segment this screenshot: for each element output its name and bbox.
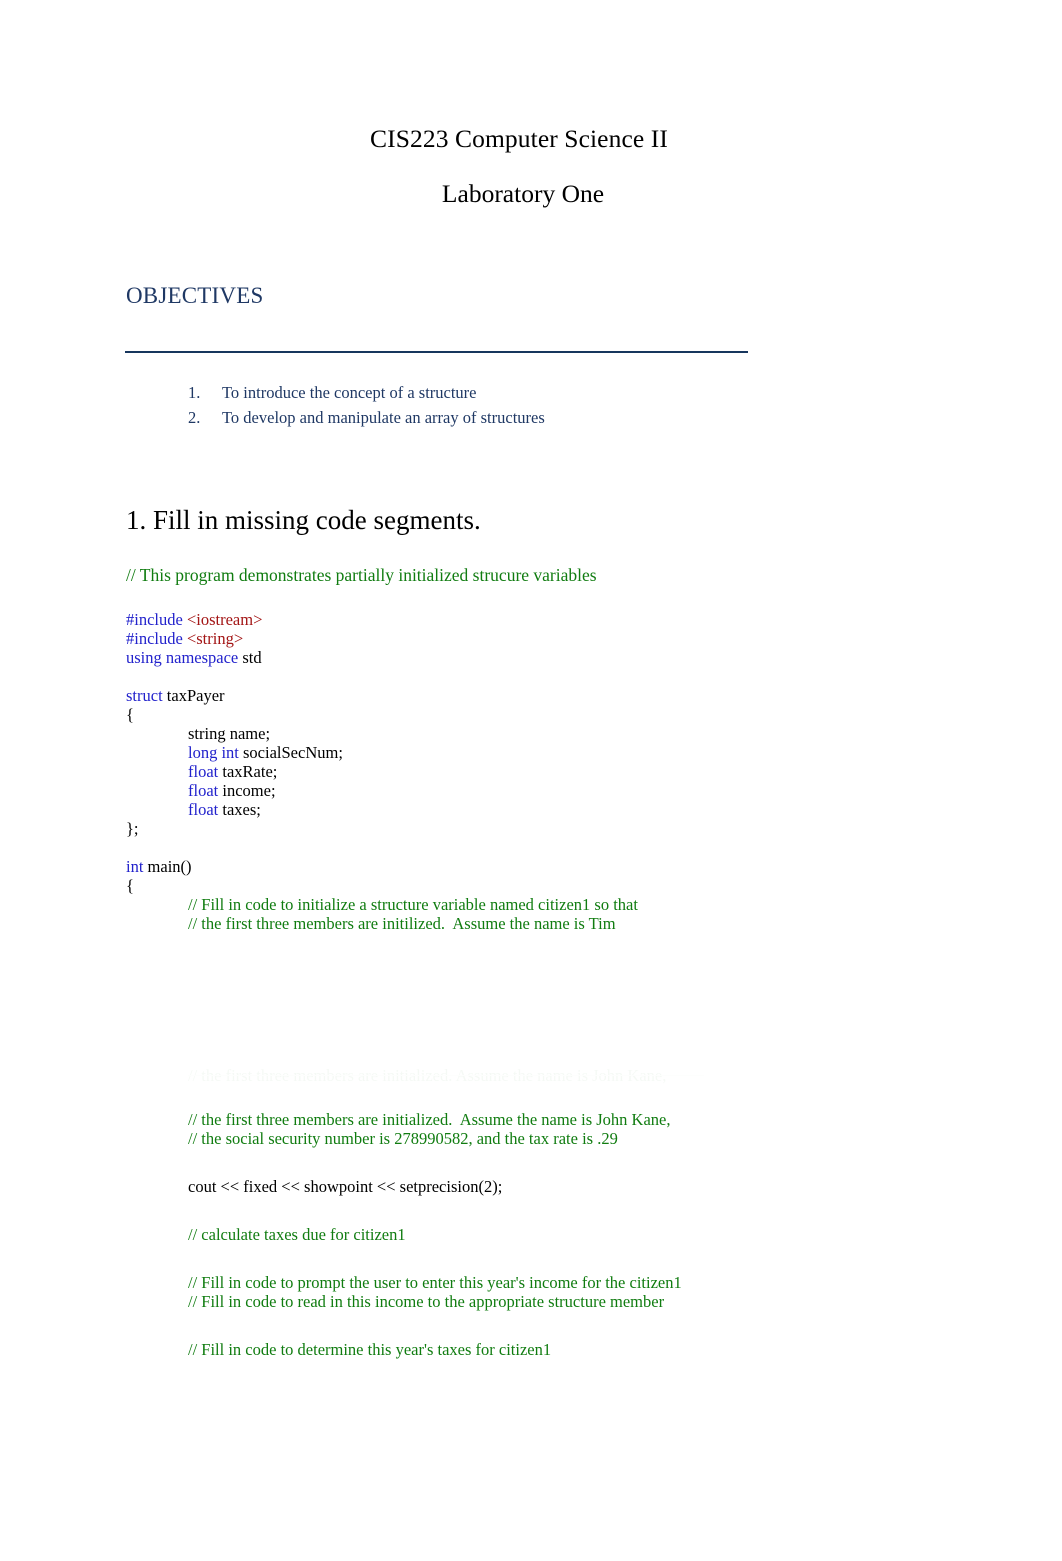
code-comment: // the social security number is 2789905… <box>188 1129 618 1148</box>
code-line-member-taxrate: float taxRate; <box>126 762 946 781</box>
code-line-close-brace: }; <box>126 819 946 838</box>
document-title: CIS223 Computer Science II <box>370 124 668 153</box>
code-comment: // calculate taxes due for citizen1 <box>188 1225 406 1244</box>
code-listing-continued: // the first three members are initializ… <box>126 1110 946 1359</box>
code-comment: // Fill in code to initialize a structur… <box>188 895 638 914</box>
code-identifier: socialSecNum; <box>243 743 343 762</box>
list-item: 1. To introduce the concept of a structu… <box>126 380 826 405</box>
code-keyword: #include <box>126 610 187 629</box>
code-line-comment-fill-init-2: // the first three members are initilize… <box>126 914 946 933</box>
code-keyword: long int <box>188 743 244 762</box>
code-keyword: int <box>126 857 148 876</box>
list-item-label: To develop and manipulate an array of st… <box>222 408 545 427</box>
code-keyword: using namespace <box>126 648 243 667</box>
code-line-using-namespace: using namespace std <box>126 648 946 667</box>
code-identifier: taxRate; <box>222 762 278 781</box>
code-line-include-iostream: #include <iostream> <box>126 610 946 629</box>
code-identifier: taxPayer <box>166 686 225 705</box>
code-keyword: float <box>188 800 223 819</box>
code-identifier: income; <box>222 781 276 800</box>
code-comment: // Fill in code to determine this year's… <box>188 1340 552 1359</box>
code-line-member-name: string name; <box>126 724 946 743</box>
objectives-heading: OBJECTIVES <box>126 283 264 308</box>
code-member-declaration: string name; <box>188 724 271 743</box>
code-line-comment-calculate: // calculate taxes due for citizen1 <box>126 1225 946 1244</box>
code-listing: #include <iostream> #include <string> us… <box>126 610 946 933</box>
objectives-list: 1. To introduce the concept of a structu… <box>126 380 826 430</box>
code-line-open-brace: { <box>126 705 946 724</box>
document-subtitle: Laboratory One <box>441 179 605 208</box>
code-keyword: float <box>188 781 223 800</box>
code-comment: // the first three members are initializ… <box>188 1110 671 1129</box>
code-header-name: <string> <box>186 629 244 648</box>
list-item-number: 2. <box>188 408 201 427</box>
list-item-label: To introduce the concept of a structure <box>222 383 477 402</box>
code-line-comment-members-john: // the first three members are initializ… <box>126 1110 946 1129</box>
code-identifier: taxes; <box>222 800 261 819</box>
code-keyword: float <box>188 762 223 781</box>
section-heading: 1. Fill in missing code segments. <box>126 505 481 535</box>
document-page: CIS223 Computer Science II Laboratory On… <box>0 0 1062 1561</box>
code-line-comment-prompt-income: // Fill in code to prompt the user to en… <box>126 1273 946 1292</box>
code-punctuation: { <box>126 876 134 895</box>
code-identifier: std <box>242 648 262 667</box>
code-line-comment-read-income: // Fill in code to read in this income t… <box>126 1292 946 1311</box>
code-line-main-open-brace: { <box>126 876 946 895</box>
code-line-member-income: float income; <box>126 781 946 800</box>
code-punctuation: }; <box>126 819 139 838</box>
code-line-struct-decl: struct taxPayer <box>126 686 946 705</box>
code-line-comment-fill-init-1: // Fill in code to initialize a structur… <box>126 895 946 914</box>
code-line-member-ssn: long int socialSecNum; <box>126 743 946 762</box>
code-comment: // Fill in code to read in this income t… <box>188 1292 665 1311</box>
code-line-comment-ssn-rate: // the social security number is 2789905… <box>126 1129 946 1148</box>
code-keyword: #include <box>126 629 187 648</box>
horizontal-rule <box>125 351 748 353</box>
code-identifier: main() <box>147 857 192 876</box>
code-comment: // Fill in code to prompt the user to en… <box>188 1273 682 1292</box>
code-line-cout: cout << fixed << showpoint << setprecisi… <box>126 1177 946 1196</box>
list-item-number: 1. <box>188 383 201 402</box>
code-line-comment-determine-taxes: // Fill in code to determine this year's… <box>126 1340 946 1359</box>
code-comment: // the first three members are initilize… <box>188 914 616 933</box>
code-keyword: struct <box>126 686 167 705</box>
code-line-main-decl: int main() <box>126 857 946 876</box>
code-line-include-string: #include <string> <box>126 629 946 648</box>
code-line-member-taxes: float taxes; <box>126 800 946 819</box>
page-break-ghost-artifact: // the first three members are initializ… <box>188 1066 704 1086</box>
list-item: 2. To develop and manipulate an array of… <box>126 405 826 430</box>
lead-comment: // This program demonstrates partially i… <box>126 565 597 585</box>
code-punctuation: { <box>126 705 134 724</box>
code-statement: cout << fixed << showpoint << setprecisi… <box>188 1177 503 1196</box>
code-header-name: <iostream> <box>186 610 263 629</box>
